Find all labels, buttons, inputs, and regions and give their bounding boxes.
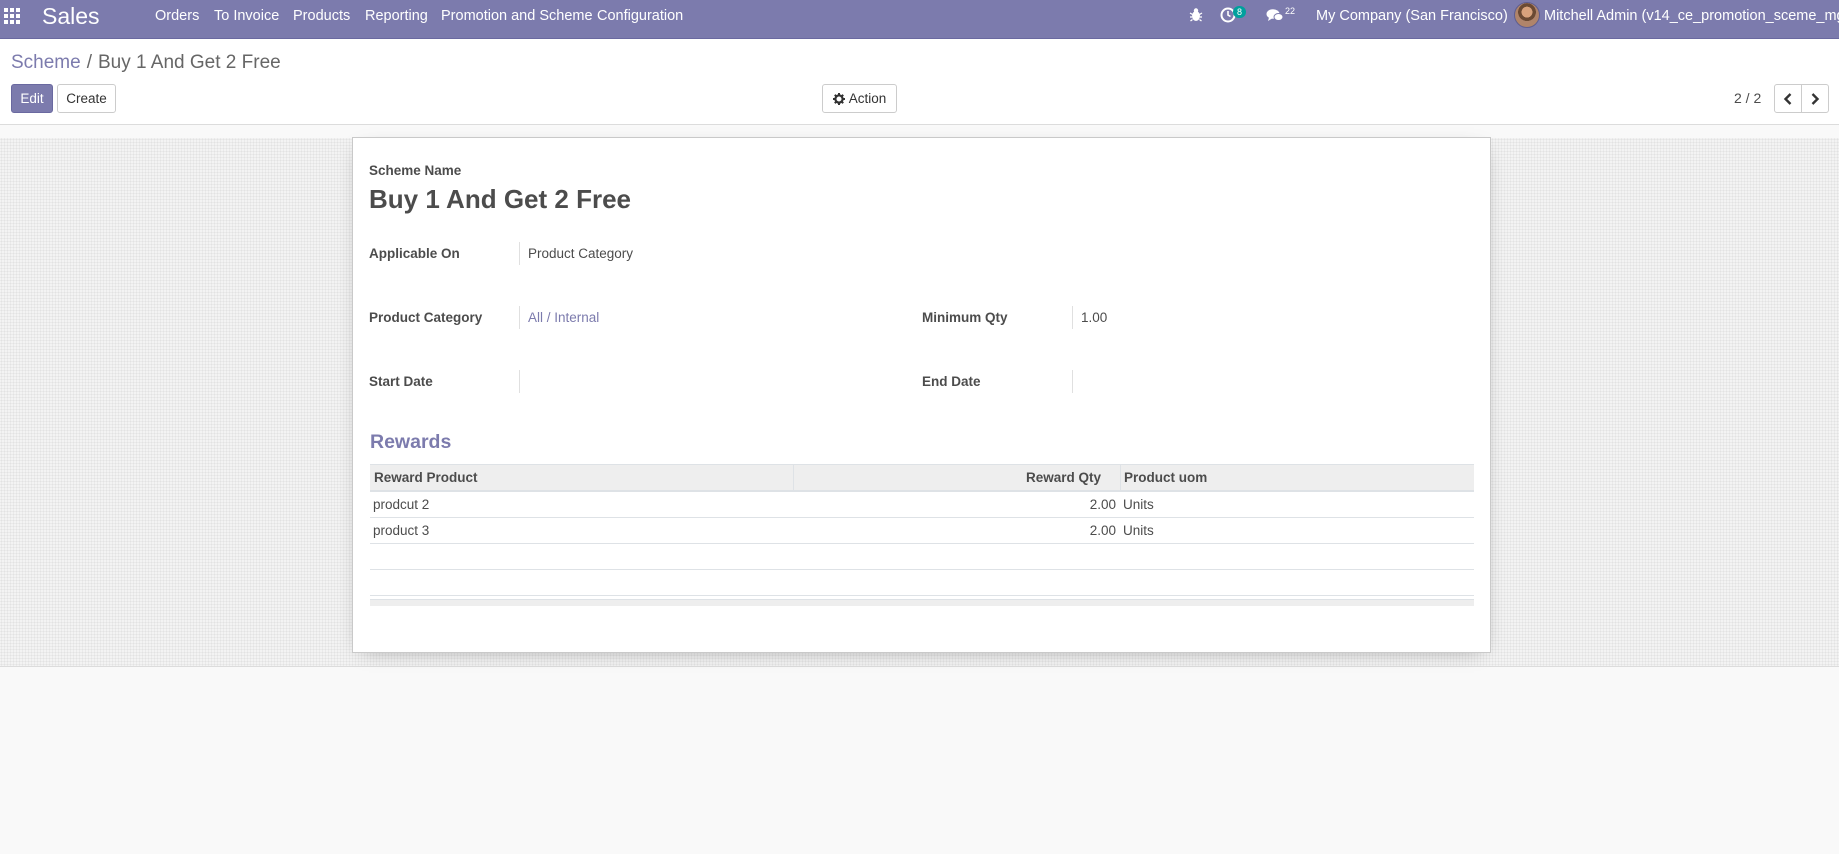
applicable-on-label: Applicable On xyxy=(369,246,460,261)
scheme-name-label: Scheme Name xyxy=(369,163,462,178)
apps-menu-icon[interactable] xyxy=(4,8,20,24)
product-uom-cell: Units xyxy=(1123,497,1154,512)
menu-to-invoice[interactable]: To Invoice xyxy=(214,0,279,32)
end-date-label: End Date xyxy=(922,374,981,389)
breadcrumb-scheme-link[interactable]: Scheme xyxy=(11,52,81,73)
action-label: Action xyxy=(848,91,887,106)
column-product-uom[interactable]: Product uom xyxy=(1124,465,1207,491)
product-uom-cell: Units xyxy=(1123,523,1154,538)
gear-icon xyxy=(832,92,845,105)
reward-product-cell: product 3 xyxy=(373,523,430,538)
start-date-label: Start Date xyxy=(369,374,433,389)
field-divider xyxy=(1072,306,1073,329)
top-navbar: Sales Orders To Invoice Products Reporti… xyxy=(0,0,1839,39)
product-category-label: Product Category xyxy=(369,310,483,325)
app-brand[interactable]: Sales xyxy=(42,0,100,32)
chevron-left-icon xyxy=(1783,92,1793,105)
field-divider xyxy=(519,370,520,393)
create-button[interactable]: Create xyxy=(57,84,116,113)
activity-count-badge: 8 xyxy=(1233,6,1247,18)
column-reward-product[interactable]: Reward Product xyxy=(374,465,478,491)
applicable-on-value[interactable]: Product Category xyxy=(528,246,633,261)
minimum-qty-value[interactable]: 1.00 xyxy=(1081,310,1107,325)
pager-previous-button[interactable] xyxy=(1774,84,1802,113)
rewards-table-header: Reward Product Reward Qty Product uom xyxy=(370,464,1474,492)
message-count: 22 xyxy=(1285,6,1296,16)
edit-button[interactable]: Edit xyxy=(11,84,53,113)
rewards-section-title: Rewards xyxy=(370,431,452,453)
reward-qty-cell: 2.00 xyxy=(1089,497,1116,512)
rewards-table-footer xyxy=(370,599,1474,606)
minimum-qty-label: Minimum Qty xyxy=(922,310,1008,325)
reward-product-cell: prodcut 2 xyxy=(373,497,430,512)
breadcrumb: Scheme / Buy 1 And Get 2 Free xyxy=(11,52,281,74)
menu-products[interactable]: Products xyxy=(293,0,350,32)
user-menu[interactable]: Mitchell Admin (v14_ce_promotion_sceme_m… xyxy=(1544,0,1839,32)
field-divider xyxy=(1072,370,1073,393)
menu-reporting[interactable]: Reporting xyxy=(365,0,428,32)
field-divider xyxy=(519,306,520,329)
menu-promotion-and-scheme[interactable]: Promotion and Scheme xyxy=(441,0,593,32)
pager-value[interactable]: 2 / 2 xyxy=(1734,90,1761,106)
menu-orders[interactable]: Orders xyxy=(155,0,199,32)
reward-qty-cell: 2.00 xyxy=(1089,523,1116,538)
column-reward-qty[interactable]: Reward Qty xyxy=(793,465,1101,491)
control-panel: Scheme / Buy 1 And Get 2 Free Edit Create … xyxy=(0,39,1839,125)
table-empty-row xyxy=(370,544,1474,570)
company-switcher[interactable]: My Company (San Francisco) xyxy=(1316,0,1508,32)
user-avatar[interactable] xyxy=(1514,2,1540,28)
form-sheet: Scheme Name Buy 1 And Get 2 Free Applica… xyxy=(352,137,1491,653)
table-empty-row xyxy=(370,570,1474,596)
table-row[interactable]: product 3 2.00 Units xyxy=(370,518,1474,544)
table-row[interactable]: prodcut 2 2.00 Units xyxy=(370,492,1474,518)
messages-chat-icon[interactable] xyxy=(1266,8,1284,24)
column-divider xyxy=(1120,465,1121,491)
scheme-name-value[interactable]: Buy 1 And Get 2 Free xyxy=(369,184,631,215)
chevron-right-icon xyxy=(1810,92,1820,105)
pager-next-button[interactable] xyxy=(1801,84,1829,113)
debug-bug-icon[interactable] xyxy=(1189,7,1203,23)
breadcrumb-current: Buy 1 And Get 2 Free xyxy=(97,52,281,73)
breadcrumb-separator: / xyxy=(86,52,92,73)
field-divider xyxy=(519,242,520,265)
product-category-link[interactable]: All / Internal xyxy=(528,310,599,325)
menu-configuration[interactable]: Configuration xyxy=(597,0,683,32)
action-button[interactable]: Action xyxy=(822,84,897,113)
